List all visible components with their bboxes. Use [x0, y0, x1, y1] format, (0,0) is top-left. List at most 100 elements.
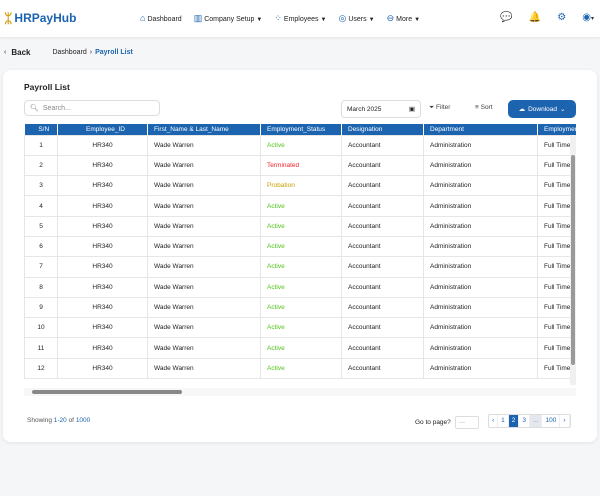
table-cell: Accountant	[341, 154, 424, 177]
table-cell: Active	[260, 134, 342, 156]
goto-page-input[interactable]: —	[454, 416, 479, 429]
table-row[interactable]: 6 HR340 Wade Warren Active Accountant Adminis…	[24, 235, 576, 258]
column-header[interactable]: Department	[423, 124, 538, 135]
nav-item-users[interactable]: ◎ Users ▼	[339, 13, 375, 24]
table-cell: HR340	[57, 175, 148, 197]
table-cell: Active	[260, 215, 342, 237]
sort-label: Sort	[480, 104, 493, 111]
caret-down-icon: ▼	[256, 17, 263, 23]
column-header[interactable]: Employee_ID	[57, 124, 148, 135]
people-icon: ⁘	[274, 13, 282, 23]
table-cell: Accountant	[341, 317, 424, 339]
back-button[interactable]: Back	[11, 48, 30, 57]
table-cell: Wade Warren	[147, 296, 261, 319]
brand-name: HRPayHub	[14, 11, 77, 25]
page-title: Payroll List	[24, 82, 70, 92]
table-row[interactable]: 2 HR340 Wade Warren Terminated Accountant Adm…	[24, 154, 576, 177]
table-cell: HR340	[57, 276, 148, 298]
nav-item-more[interactable]: ⊖ More ▼	[387, 13, 420, 24]
page-prev[interactable]: ‹	[489, 415, 499, 427]
table-cell: Wade Warren	[147, 175, 261, 197]
table-cell: HR340	[57, 215, 148, 237]
pagination: ‹ 1 2 3... 100 ›	[488, 414, 571, 428]
sort-icon: ≡	[475, 104, 479, 111]
column-header[interactable]: Employment_Status	[260, 124, 342, 135]
breadcrumb-current: Payroll List	[95, 49, 133, 56]
showing-of: of	[66, 417, 76, 424]
page-100[interactable]: 100	[542, 415, 561, 427]
table-row[interactable]: 10 HR340 Wade Warren Active Accountant Admini…	[24, 317, 576, 339]
table-cell: Administration	[423, 175, 538, 197]
column-header[interactable]: S/N	[24, 124, 58, 135]
nav-item-dashboard[interactable]: ⌂ Dashboard	[140, 13, 182, 24]
column-header[interactable]: First_Name & Last_Name	[147, 124, 261, 135]
brand-logo[interactable]: ᛯ HRPayHub	[4, 10, 76, 26]
payroll-card: Payroll List 🔍︎ Search... March 2025 ▣ ⏷ F…	[3, 70, 597, 442]
more-icon: ⊖	[386, 13, 395, 23]
table-cell: 12	[24, 357, 58, 380]
table-cell: 9	[24, 296, 58, 319]
caret-down-icon: ▼	[414, 17, 421, 23]
page-1[interactable]: 1	[498, 415, 509, 427]
calendar-icon[interactable]: ▣	[409, 105, 415, 113]
search-input[interactable]: 🔍︎ Search...	[24, 100, 160, 116]
nav-item-employees[interactable]: ⁘ Employees ▼	[274, 13, 326, 24]
table-cell: HR340	[57, 317, 148, 339]
table-row[interactable]: 3 HR340 Wade Warren Probation Accountant Admi…	[24, 175, 576, 197]
nav-item-company-setup[interactable]: ▥ Company Setup ▼	[194, 13, 263, 24]
table-cell: Active	[260, 357, 342, 380]
breadcrumb-dashboard[interactable]: Dashboard	[52, 49, 86, 56]
table-row[interactable]: 9 HR340 Wade Warren Active Accountant Adminis…	[24, 296, 576, 319]
page-ellipsis[interactable]: ...	[530, 415, 543, 427]
month-value: March 2025	[347, 105, 382, 113]
table-cell: Accountant	[341, 195, 424, 217]
table-cell: Active	[260, 317, 342, 339]
showing-prefix: Showing	[27, 417, 54, 424]
table-row[interactable]: 7 HR340 Wade Warren Active Accountant Adminis…	[24, 256, 576, 278]
table-row[interactable]: 11 HR340 Wade Warren Active Accountant Admini…	[24, 337, 576, 359]
table-row[interactable]: 12 HR340 Wade Warren Active Accountant Admini…	[24, 357, 576, 380]
table-cell: Active	[260, 235, 342, 258]
filter-button[interactable]: ⏷ Filter	[429, 104, 450, 112]
month-picker[interactable]: March 2025 ▣	[341, 100, 421, 118]
table-cell: HR340	[57, 154, 148, 177]
column-header[interactable]: Designation	[341, 124, 424, 135]
table-cell: Active	[260, 195, 342, 217]
table-cell: Administration	[423, 235, 538, 258]
scroll-thumb[interactable]	[32, 390, 182, 394]
table-row[interactable]: 1 HR340 Wade Warren Active Accountant Adminis…	[24, 134, 576, 156]
table-cell: 4	[24, 195, 58, 217]
showing-range: 1-20	[53, 417, 67, 424]
table-cell: Administration	[423, 276, 538, 298]
showing-total: 1000	[75, 417, 91, 424]
sort-button[interactable]: ≡ Sort	[475, 104, 493, 111]
top-nav: ᛯ HRPayHub ⌂ Dashboard ▥ Company Setup ▼ ⁘ Empl…	[0, 0, 600, 37]
scroll-thumb[interactable]	[571, 155, 575, 365]
table-cell: Accountant	[341, 235, 424, 258]
table-row[interactable]: 4 HR340 Wade Warren Active Accountant Adminis…	[24, 195, 576, 217]
table-cell: Wade Warren	[147, 276, 261, 298]
horizontal-scrollbar[interactable]	[24, 388, 576, 396]
gear-icon[interactable]: ⚙	[557, 12, 566, 23]
table-cell: 8	[24, 276, 58, 298]
table-cell: Accountant	[341, 276, 424, 298]
page-next[interactable]: ›	[560, 415, 570, 427]
table-row[interactable]: 5 HR340 Wade Warren Active Accountant Adminis…	[24, 215, 576, 237]
vertical-scrollbar[interactable]	[570, 135, 576, 385]
chat-icon[interactable]: 💬	[500, 12, 512, 23]
search-icon: 🔍︎	[30, 105, 39, 112]
filter-label: Filter	[436, 104, 451, 111]
showing-count: Showing 1-20 of 1000	[27, 417, 90, 424]
table-row[interactable]: 8 HR340 Wade Warren Active Accountant Adminis…	[24, 276, 576, 298]
bell-icon[interactable]: 🔔	[529, 12, 541, 23]
goto-label: Go to page?	[415, 419, 451, 426]
page-3[interactable]: 3	[519, 415, 531, 427]
chevron-left-icon[interactable]: ‹	[4, 49, 6, 56]
column-header[interactable]: Employment	[537, 124, 576, 135]
page-2[interactable]: 2	[508, 415, 520, 427]
cloud-download-icon: ☁	[518, 106, 526, 113]
table-cell: Administration	[423, 317, 538, 339]
avatar[interactable]: ◉▾	[582, 12, 594, 23]
download-button[interactable]: ☁ Download ⌄	[508, 100, 576, 118]
chevron-down-icon: ⌄	[559, 106, 566, 113]
